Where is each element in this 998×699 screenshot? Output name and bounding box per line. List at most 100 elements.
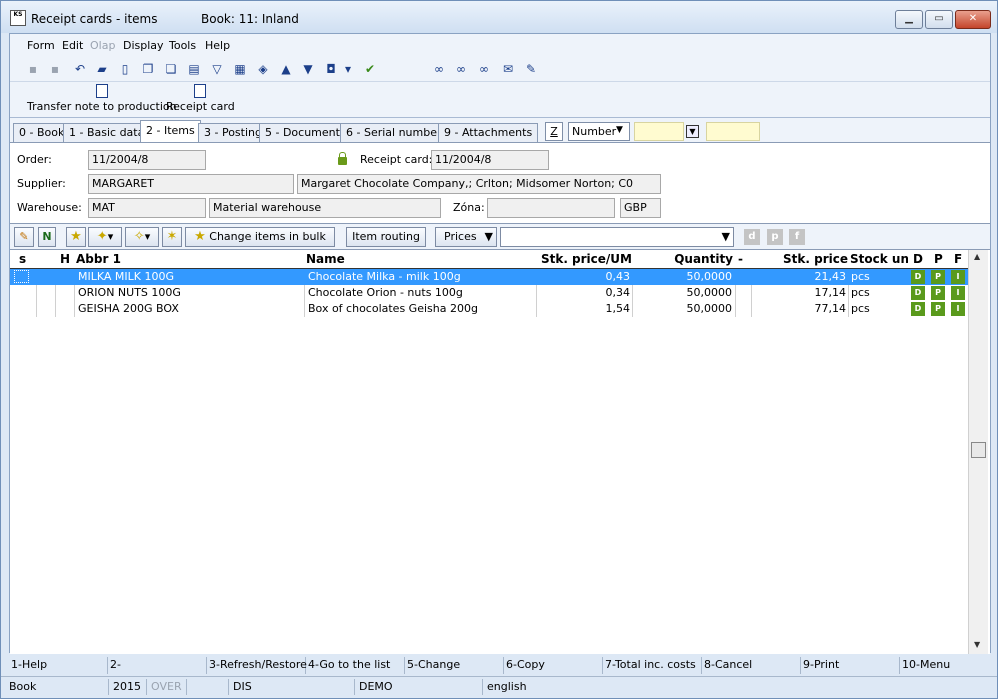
f-badge[interactable]: I [951,286,965,300]
prices-dropdown[interactable]: ▼ [500,227,734,247]
p-badge[interactable]: P [931,286,945,300]
column-header-name[interactable]: Name [306,250,534,268]
fkey-go-to-list[interactable]: 4-Go to the list [306,657,405,674]
filter-icon[interactable]: ▽ [209,61,225,77]
menu-help[interactable]: Help [205,39,230,52]
fkey-help[interactable]: 1-Help [9,657,108,674]
star-add-icon[interactable]: ✦▾ [88,227,122,247]
checkmark-icon[interactable]: ✔ [362,61,378,77]
find-next-icon[interactable]: ∞ [453,61,469,77]
binoculars-icon[interactable]: ∞ [431,61,447,77]
menu-olap[interactable]: Olap [90,39,115,52]
d-badge[interactable]: D [911,302,925,316]
supplier-name-field[interactable]: Margaret Chocolate Company,; Crlton; Mid… [297,174,661,194]
camera-icon[interactable]: ◘ [323,61,339,77]
star-delete-icon[interactable]: ✶ [162,227,182,247]
receipt-card-button[interactable]: Receipt card [166,84,235,113]
edit-pencil-icon[interactable]: ✎ [14,227,34,247]
copy-document-icon[interactable]: ❐ [140,61,156,77]
fkey-2[interactable]: 2- [108,657,207,674]
column-header-f[interactable]: F [954,250,966,268]
currency-field[interactable]: GBP [620,198,661,218]
fkey-total-costs[interactable]: 7-Total inc. costs [603,657,702,674]
open-folder-icon[interactable]: ▰ [94,61,110,77]
column-header-stk-price-um[interactable]: Stk. price/UM [538,250,632,268]
star-edit-icon[interactable]: ✧▾ [125,227,159,247]
tab-items[interactable]: 2 - Items [140,120,201,143]
tab-serial-numbers[interactable]: 6 - Serial numbers [340,123,454,142]
new-n-icon[interactable]: N [38,227,56,247]
tab-documents[interactable]: 5 - Documents [259,123,352,142]
menu-form[interactable]: Form [27,39,55,52]
d-badge[interactable]: D [911,270,925,284]
menu-tools[interactable]: Tools [169,39,196,52]
undo-icon[interactable]: ↶ [72,61,88,77]
tab-basic-data[interactable]: 1 - Basic data [63,123,151,142]
change-items-bulk-button[interactable]: ★ Change items in bulk [185,227,335,247]
column-header-stock-unit[interactable]: Stock uni [850,250,908,268]
menu-edit[interactable]: Edit [62,39,83,52]
tab-book[interactable]: 0 - Book [13,123,71,142]
warehouse-code-field[interactable]: MAT [88,198,206,218]
envelope-icon[interactable]: ✉ [500,61,516,77]
arrow-down-icon[interactable]: ▼ [300,61,316,77]
column-header-abbr[interactable]: Abbr 1 [76,250,304,268]
star-icon[interactable]: ★ [66,227,86,247]
d-filter-button[interactable]: d [744,229,760,245]
fkey-refresh[interactable]: 3-Refresh/Restore [207,657,307,674]
d-badge[interactable]: D [911,286,925,300]
tab-attachments[interactable]: 9 - Attachments [438,123,539,142]
scroll-down-icon[interactable]: ▼ [974,640,980,649]
column-header-h[interactable]: H [60,250,72,268]
fkey-menu[interactable]: 10-Menu [900,657,991,674]
maximize-button[interactable]: ▭ [925,10,953,29]
book-icon[interactable]: ▤ [186,61,202,77]
f-badge[interactable]: I [951,302,965,316]
zona-field[interactable] [487,198,615,218]
supplier-code-field[interactable]: MARGARET [88,174,294,194]
f-badge[interactable]: I [951,270,965,284]
menu-display[interactable]: Display [123,39,164,52]
row-selector[interactable] [14,270,29,283]
p-filter-button[interactable]: p [767,229,783,245]
arrow-up-icon[interactable]: ▲ [278,61,294,77]
save-icon[interactable]: ▪ [25,61,41,77]
scrollbar-thumb[interactable] [971,442,986,458]
scroll-up-icon[interactable]: ▲ [974,252,980,261]
table-row[interactable]: MILKA MILK 100G Chocolate Milka - milk 1… [10,269,968,285]
vertical-scrollbar[interactable]: ▲ ▼ [968,250,988,654]
fkey-change[interactable]: 5-Change [405,657,504,674]
filter-value-input[interactable] [706,122,760,141]
new-document-icon[interactable]: ▯ [117,61,133,77]
chevron-down-icon[interactable]: ▼ [686,125,699,138]
stack-icon[interactable]: ◈ [255,61,271,77]
receipt-card-field[interactable]: 11/2004/8 [431,150,549,170]
transfer-note-button[interactable]: Transfer note to production [27,84,177,113]
filter-document-icon[interactable]: ▦ [232,61,248,77]
warehouse-name-field[interactable]: Material warehouse [209,198,441,218]
column-header-s[interactable]: s [19,250,33,268]
notes-icon[interactable]: ✎ [523,61,539,77]
fkey-cancel[interactable]: 8-Cancel [702,657,801,674]
close-button[interactable]: ✕ [955,10,991,29]
fkey-copy[interactable]: 6-Copy [504,657,603,674]
p-badge[interactable]: P [931,270,945,284]
tab-posting[interactable]: 3 - Posting [198,123,268,142]
item-routing-button[interactable]: Item routing [346,227,426,247]
fkey-print[interactable]: 9-Print [801,657,900,674]
prices-button[interactable]: Prices ▼ [435,227,497,247]
find-previous-icon[interactable]: ∞ [476,61,492,77]
camera-dropdown-icon[interactable]: ▾ [343,61,353,77]
column-header-stk-price[interactable]: Stk. price [754,250,848,268]
table-row[interactable]: GEISHA 200G BOX Box of chocolates Geisha… [10,301,968,317]
sort-select[interactable]: Number ▼ [568,122,630,141]
column-header-dash[interactable]: - [738,250,748,268]
z-button[interactable]: Z [545,122,563,141]
column-header-p[interactable]: P [934,250,946,268]
filter-input[interactable] [634,122,684,141]
paste-document-icon[interactable]: ❏ [163,61,179,77]
column-header-d[interactable]: D [913,250,925,268]
column-header-quantity[interactable]: Quantity [634,250,733,268]
f-filter-button[interactable]: f [789,229,805,245]
save-as-icon[interactable]: ▪ [47,61,63,77]
